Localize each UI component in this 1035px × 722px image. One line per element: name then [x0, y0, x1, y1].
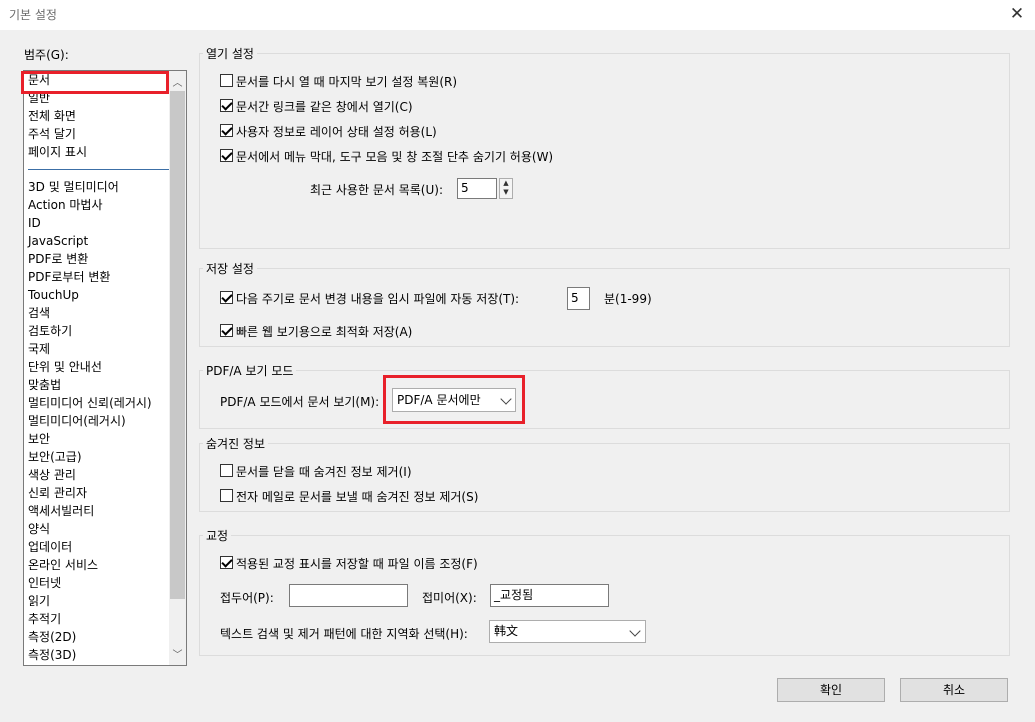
category-item[interactable]: 신뢰 관리자	[28, 484, 168, 502]
category-item[interactable]: 액세서빌러티	[28, 502, 168, 520]
category-item[interactable]: 검토하기	[28, 322, 168, 340]
category-scrollbar[interactable]: ︿ ﹀	[169, 71, 186, 665]
recent-docs-spinner[interactable]: ▲ ▼	[499, 178, 513, 199]
autosave-minutes-input[interactable]: 5	[567, 287, 590, 310]
category-item[interactable]: 추적기	[28, 610, 168, 628]
category-item[interactable]: 주석 달기	[28, 125, 168, 143]
chevron-down-icon	[629, 625, 641, 637]
category-item[interactable]: 측정(3D)	[28, 646, 168, 664]
category-item[interactable]: 보안	[28, 430, 168, 448]
layer-state-label: 사용자 정보로 레이어 상태 설정 허용(L)	[236, 125, 437, 139]
window-title: 기본 설정	[9, 8, 57, 22]
pdfa-label: PDF/A 모드에서 문서 보기(M):	[220, 395, 380, 409]
category-item[interactable]: 3D 및 멀티미디어	[28, 178, 168, 196]
category-item[interactable]: 전체 화면	[28, 107, 168, 125]
locale-label: 텍스트 검색 및 제거 패턴에 대한 지역화 선택(H):	[220, 627, 468, 641]
spin-up-icon[interactable]: ▲	[500, 179, 512, 188]
suffix-input[interactable]: _교정됨	[490, 584, 609, 607]
category-item[interactable]: TouchUp	[28, 286, 168, 304]
remove-on-close-checkbox[interactable]	[220, 464, 233, 477]
locale-dropdown[interactable]: 韩文	[489, 620, 646, 643]
cross-doc-links-label: 문서간 링크를 같은 창에서 열기(C)	[236, 100, 413, 114]
cancel-button[interactable]: 취소	[900, 678, 1008, 702]
highlight-box-pdfa	[383, 375, 525, 424]
restore-view-checkbox[interactable]	[220, 74, 233, 87]
category-separator	[28, 161, 172, 178]
category-item[interactable]: PDF로 변환	[28, 250, 168, 268]
redaction-title: 교정	[203, 527, 232, 544]
category-item[interactable]: 보안(고급)	[28, 448, 168, 466]
category-item[interactable]: 멀티미디어 신뢰(레거시)	[28, 394, 168, 412]
title-bar	[0, 0, 1035, 30]
highlight-box-document	[21, 71, 169, 94]
category-list[interactable]: 문서 일반 전체 화면 주석 달기 페이지 표시 3D 및 멀티미디어 Action 마법사…	[23, 70, 187, 666]
category-item[interactable]: 페이지 표시	[28, 143, 168, 161]
category-item[interactable]: 국제	[28, 340, 168, 358]
spin-down-icon[interactable]: ▼	[500, 188, 512, 197]
save-settings-title: 저장 설정	[203, 260, 257, 277]
locale-dropdown-value: 韩文	[494, 624, 519, 638]
category-item[interactable]: 인터넷	[28, 574, 168, 592]
category-item[interactable]: 멀티미디어(레거시)	[28, 412, 168, 430]
category-label: 범주(G):	[24, 48, 69, 62]
category-item[interactable]: 검색	[28, 304, 168, 322]
autosave-checkbox[interactable]	[220, 291, 233, 304]
hidden-info-title: 숨겨진 정보	[203, 435, 269, 452]
recent-docs-label: 최근 사용한 문서 목록(U):	[310, 183, 443, 197]
autosave-unit: 분(1-99)	[604, 292, 652, 306]
category-item[interactable]: 읽기	[28, 592, 168, 610]
hide-menu-label: 문서에서 메뉴 막대, 도구 모음 및 창 조절 단추 숨기기 허용(W)	[236, 150, 554, 164]
adjust-filename-label: 적용된 교정 표시를 저장할 때 파일 이름 조정(F)	[236, 557, 478, 571]
autosave-label: 다음 주기로 문서 변경 내용을 임시 파일에 자동 저장(T):	[236, 292, 520, 306]
separator-line	[28, 169, 172, 170]
ok-button[interactable]: 확인	[777, 678, 885, 702]
prefix-input[interactable]	[289, 584, 408, 607]
category-item[interactable]: 양식	[28, 520, 168, 538]
category-item[interactable]: PDF로부터 변환	[28, 268, 168, 286]
category-item[interactable]: JavaScript	[28, 232, 168, 250]
scroll-down-icon[interactable]: ﹀	[169, 647, 186, 665]
restore-view-label: 문서를 다시 열 때 마지막 보기 설정 복원(R)	[236, 75, 458, 89]
cross-doc-links-checkbox[interactable]	[220, 99, 233, 112]
category-item[interactable]: 색상 관리	[28, 466, 168, 484]
remove-on-email-label: 전자 메일로 문서를 보낼 때 숨겨진 정보 제거(S)	[236, 490, 479, 504]
category-item[interactable]: 단위 및 안내선	[28, 358, 168, 376]
close-icon[interactable]: ✕	[1003, 1, 1031, 27]
category-item[interactable]: 맞춤법	[28, 376, 168, 394]
prefix-label: 접두어(P):	[220, 591, 274, 605]
fast-web-label: 빠른 웹 보기용으로 최적화 저장(A)	[236, 325, 413, 339]
category-item[interactable]: 온라인 서비스	[28, 556, 168, 574]
recent-docs-input[interactable]: 5	[457, 178, 497, 199]
suffix-label: 접미어(X):	[422, 591, 477, 605]
category-item[interactable]: 측정(2D)	[28, 628, 168, 646]
pdfa-title: PDF/A 보기 모드	[203, 362, 297, 379]
scrollbar-thumb[interactable]	[170, 91, 185, 599]
fast-web-checkbox[interactable]	[220, 324, 233, 337]
adjust-filename-checkbox[interactable]	[220, 556, 233, 569]
category-item[interactable]: ID	[28, 214, 168, 232]
remove-on-close-label: 문서를 닫을 때 숨겨진 정보 제거(I)	[236, 465, 412, 479]
category-item[interactable]: 업데이터	[28, 538, 168, 556]
open-settings-title: 열기 설정	[203, 45, 257, 62]
category-item[interactable]: Action 마법사	[28, 196, 168, 214]
remove-on-email-checkbox[interactable]	[220, 489, 233, 502]
hide-menu-checkbox[interactable]	[220, 149, 233, 162]
layer-state-checkbox[interactable]	[220, 124, 233, 137]
